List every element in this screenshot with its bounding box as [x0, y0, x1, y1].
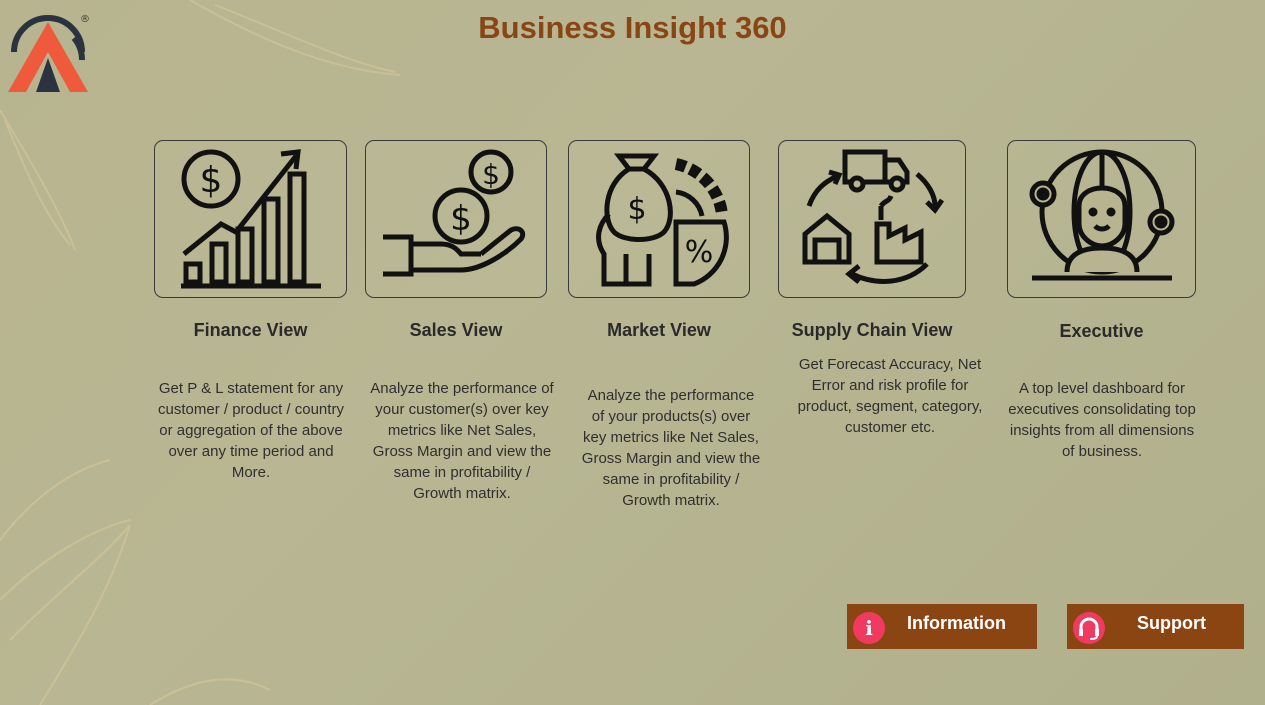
executive-globe-icon [1029, 149, 1174, 281]
leaf-background [0, 0, 401, 705]
finance-growth-icon: $ [180, 149, 321, 289]
executive-description: A top level dashboard for executives con… [1008, 380, 1196, 460]
information-button-label: Information [907, 613, 1006, 633]
sales-view-card[interactable]: $ $ [365, 140, 547, 298]
svg-text:$: $ [450, 199, 472, 239]
market-view-description: Analyze the performance of your products… [581, 387, 761, 509]
hand-coins-icon: $ $ [383, 149, 526, 277]
supply-chain-view-heading[interactable]: Supply Chain View [778, 320, 966, 341]
supply-chain-view-description: Get Forecast Accuracy, Net Error and ris… [797, 356, 983, 436]
finance-view-card[interactable]: $ [154, 140, 347, 298]
svg-text:%: % [685, 235, 714, 270]
page-title: Business Insight 360 [478, 10, 787, 45]
svg-text:$: $ [199, 160, 222, 201]
market-view-heading[interactable]: Market View [568, 320, 750, 341]
sales-view-heading[interactable]: Sales View [365, 320, 547, 341]
svg-text:$: $ [482, 158, 500, 191]
supply-chain-view-card[interactable] [778, 140, 966, 298]
support-button[interactable]: Support [1067, 604, 1244, 649]
finance-view-description: Get P & L statement for any customer / p… [158, 380, 344, 481]
executive-heading[interactable]: Executive [1007, 321, 1196, 342]
svg-text:$: $ [627, 192, 646, 227]
support-button-label: Support [1137, 613, 1206, 633]
finance-view-heading[interactable]: Finance View [154, 320, 347, 341]
sales-view-description: Analyze the performance of your customer… [370, 380, 554, 502]
supply-chain-truck-icon [802, 149, 945, 284]
info-icon: i [853, 612, 885, 644]
information-button[interactable]: i Information [847, 604, 1037, 649]
market-money-bag-icon: % $ [596, 153, 729, 287]
executive-card[interactable] [1007, 140, 1196, 298]
market-view-card[interactable]: % $ [568, 140, 750, 298]
headset-icon [1073, 612, 1105, 644]
